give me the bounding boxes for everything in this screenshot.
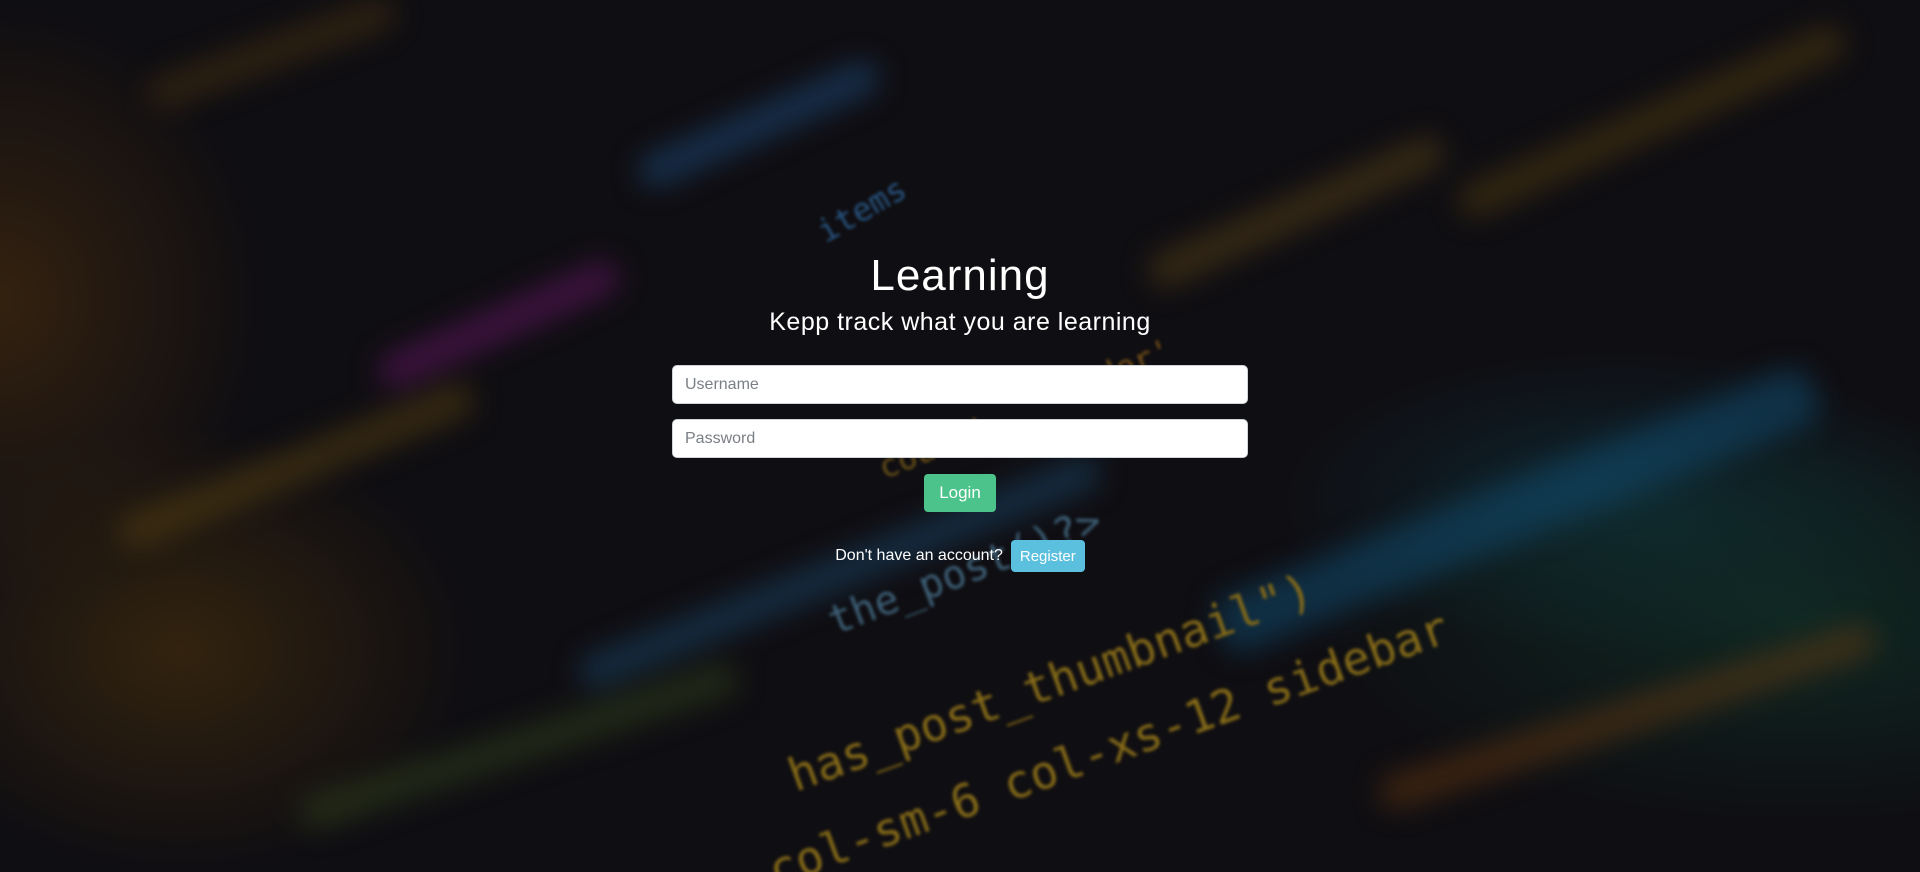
register-button[interactable]: Register <box>1010 540 1085 572</box>
register-row: Don't have an account? Register <box>672 540 1248 572</box>
username-input[interactable] <box>672 365 1248 404</box>
app-title: Learning <box>870 251 1050 300</box>
app-subtitle: Kepp track what you are learning <box>769 308 1151 336</box>
password-input[interactable] <box>672 419 1248 458</box>
register-prompt: Don't have an account? <box>835 547 1003 564</box>
login-button[interactable]: Login <box>924 474 996 512</box>
login-panel: Learning Kepp track what you are learnin… <box>672 250 1248 572</box>
